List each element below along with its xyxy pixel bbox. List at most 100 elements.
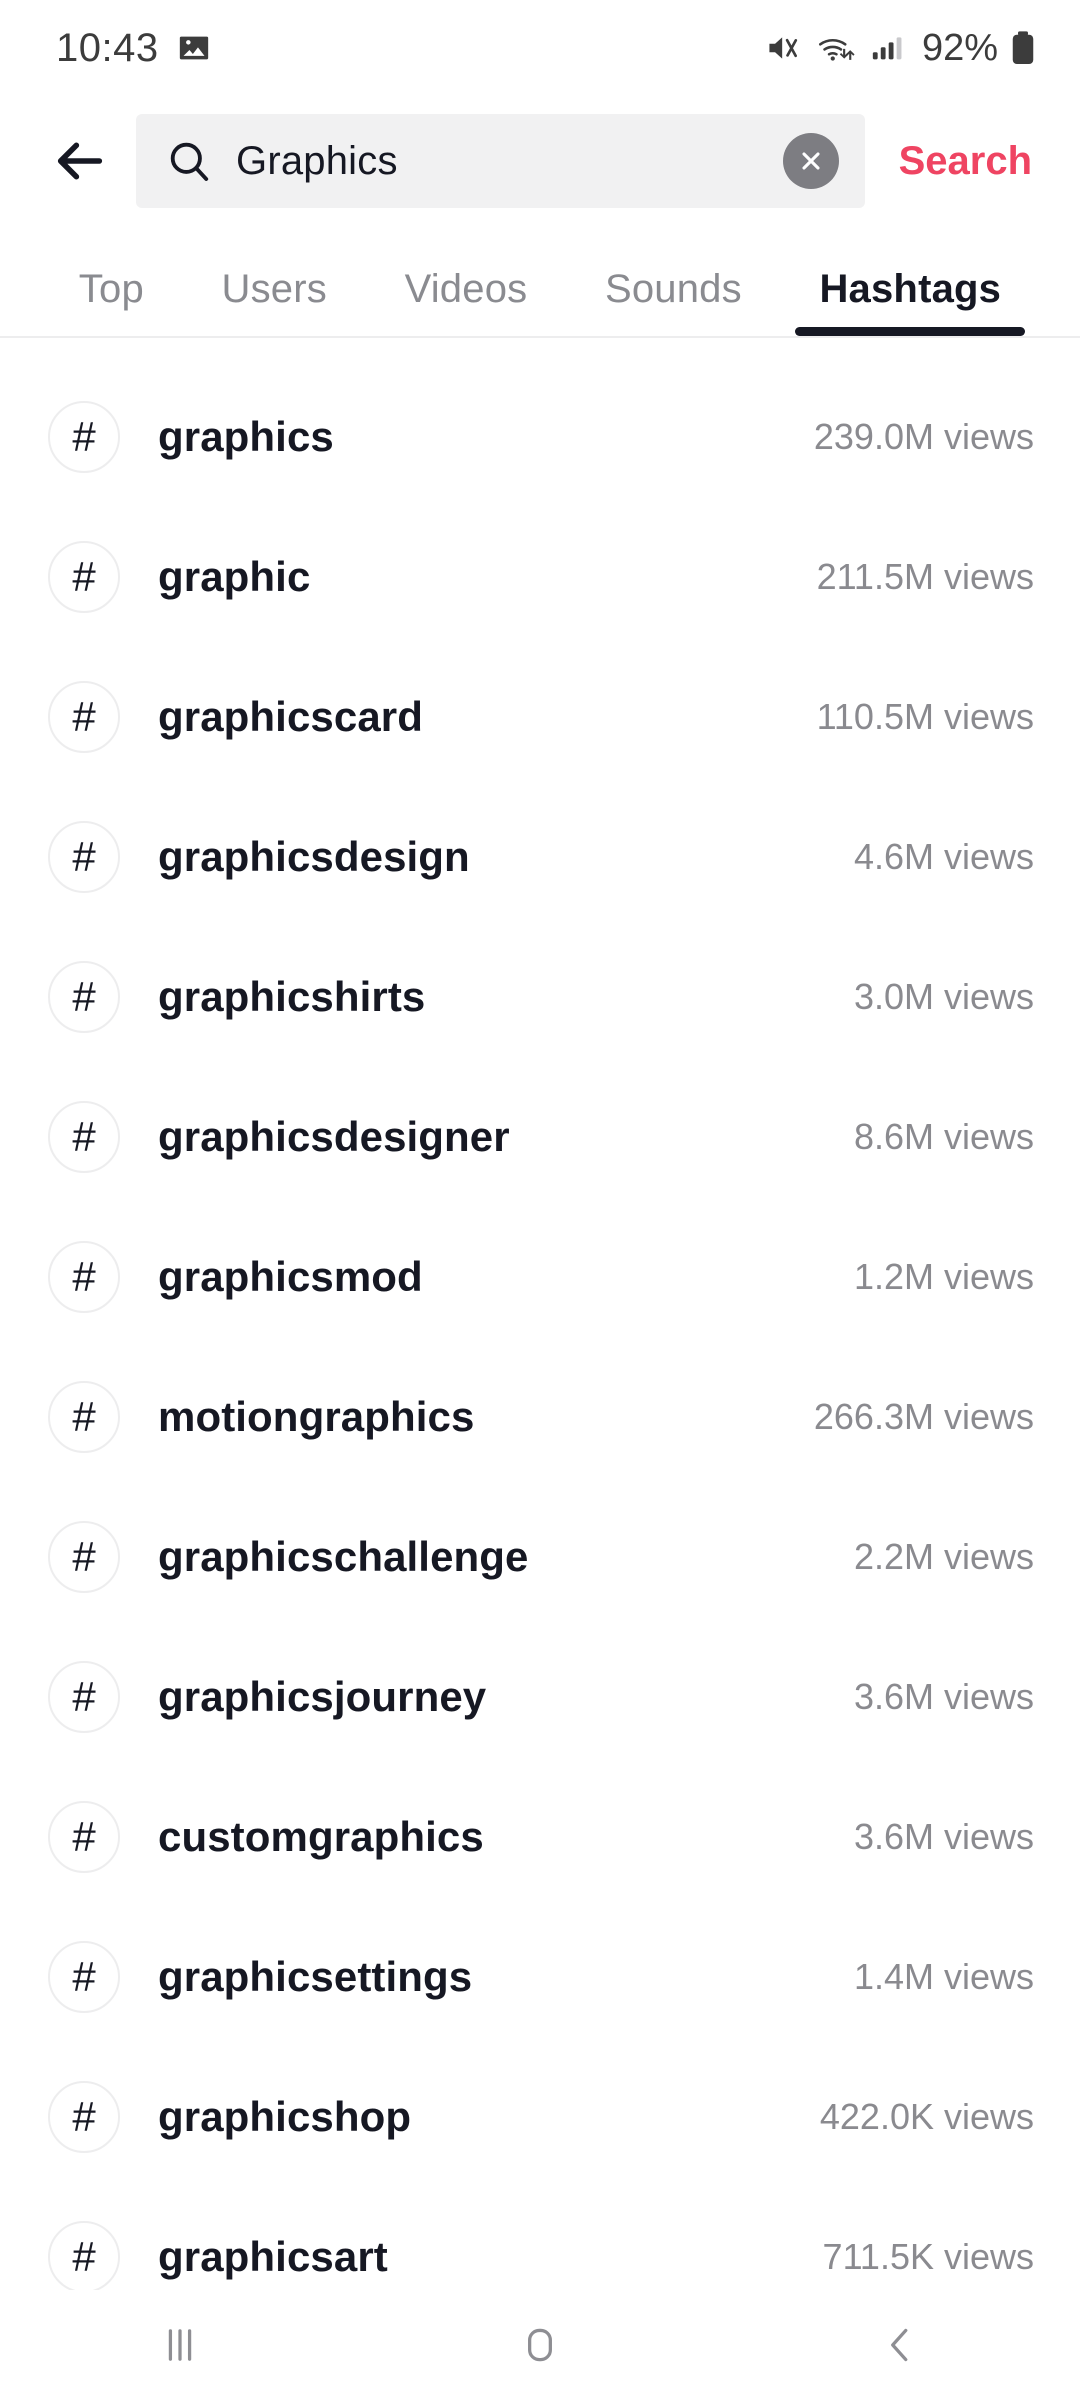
hashtag-row[interactable]: # graphicsmod 1.2M views bbox=[0, 1232, 1080, 1322]
battery-percent: 92% bbox=[921, 26, 998, 69]
image-icon bbox=[179, 36, 208, 60]
hashtag-icon: # bbox=[48, 961, 120, 1033]
hashtag-name: graphicsmod bbox=[158, 1253, 423, 1300]
hashtag-row[interactable]: # graphicsart 711.5K views bbox=[0, 2212, 1080, 2302]
search-input-container[interactable]: Graphics bbox=[136, 114, 865, 208]
hashtag-name: graphic bbox=[158, 553, 311, 600]
hashtag-views: 211.5M views bbox=[816, 556, 1034, 597]
hashtag-icon: # bbox=[48, 2081, 120, 2153]
hashtag-row[interactable]: # graphicsdesigner 8.6M views bbox=[0, 1092, 1080, 1182]
hashtag-icon: # bbox=[48, 1241, 120, 1313]
hashtag-row[interactable]: # graphicsdesign 4.6M views bbox=[0, 812, 1080, 902]
hashtag-name: graphicsettings bbox=[158, 1953, 473, 2000]
tab-sounds[interactable]: Sounds bbox=[605, 267, 742, 336]
hashtag-result-list: # graphics 239.0M views # graphic 211.5M view… bbox=[0, 392, 1080, 2302]
mute-icon bbox=[769, 37, 798, 59]
hashtag-name: graphicshop bbox=[158, 2093, 412, 2140]
hashtag-views: 3.6M views bbox=[853, 1676, 1034, 1717]
tab-videos[interactable]: Videos bbox=[405, 267, 528, 336]
nav-recents-button[interactable] bbox=[105, 2290, 255, 2400]
status-bar: 10:43 92% bbox=[0, 0, 1080, 96]
search-input[interactable]: Graphics bbox=[236, 139, 759, 184]
hashtag-name: graphicscard bbox=[158, 693, 423, 740]
hashtag-views: 1.2M views bbox=[853, 1256, 1034, 1297]
hash-symbol: # bbox=[72, 1813, 96, 1860]
hash-symbol: # bbox=[72, 1953, 96, 2000]
hash-symbol: # bbox=[72, 2093, 96, 2140]
status-time: 10:43 bbox=[56, 25, 159, 70]
hashtag-views: 4.6M views bbox=[853, 836, 1034, 877]
hashtag-icon: # bbox=[48, 2221, 120, 2293]
hashtag-name: graphicschallenge bbox=[158, 1533, 529, 1580]
hashtag-icon: # bbox=[48, 1941, 120, 2013]
tab-label: Sounds bbox=[604, 267, 742, 311]
back-icon bbox=[891, 2328, 908, 2362]
hashtag-row[interactable]: # graphic 211.5M views bbox=[0, 532, 1080, 622]
search-submit-button[interactable]: Search bbox=[869, 139, 1058, 184]
hash-symbol: # bbox=[72, 2233, 96, 2280]
hashtag-row[interactable]: # graphicsjourney 3.6M views bbox=[0, 1652, 1080, 1742]
hashtag-name: graphics bbox=[158, 413, 334, 460]
hash-symbol: # bbox=[72, 1113, 96, 1160]
search-tabs: Top Users Videos Sounds Hashtags bbox=[0, 226, 1080, 336]
nav-home-button[interactable] bbox=[465, 2290, 615, 2400]
back-arrow-icon bbox=[57, 142, 103, 180]
hashtag-row[interactable]: # graphics 239.0M views bbox=[0, 392, 1080, 482]
hashtag-row[interactable]: # customgraphics 3.6M views bbox=[0, 1792, 1080, 1882]
hash-symbol: # bbox=[72, 693, 96, 740]
hash-symbol: # bbox=[72, 1253, 96, 1300]
tab-strip: Top Users Videos Sounds Hashtags bbox=[0, 267, 1080, 336]
signal-icon bbox=[872, 37, 902, 60]
hashtag-name: graphicshirts bbox=[158, 973, 426, 1020]
wifi-icon bbox=[818, 39, 855, 61]
clear-search-button[interactable] bbox=[782, 133, 839, 189]
hashtag-icon: # bbox=[48, 401, 120, 473]
hash-symbol: # bbox=[72, 1533, 96, 1580]
tab-top[interactable]: Top bbox=[79, 267, 144, 336]
hashtag-icon: # bbox=[48, 541, 120, 613]
hashtag-row[interactable]: # graphicshop 422.0K views bbox=[0, 2072, 1080, 2162]
hashtag-name: customgraphics bbox=[158, 1813, 484, 1860]
recents-icon bbox=[168, 2329, 192, 2361]
android-nav-bar bbox=[0, 2290, 1080, 2400]
hash-symbol: # bbox=[72, 833, 96, 880]
tab-label: Videos bbox=[404, 267, 528, 311]
tab-label: Top bbox=[78, 267, 144, 311]
tab-label: Users bbox=[221, 267, 327, 311]
active-tab-indicator bbox=[795, 327, 1026, 336]
hashtag-row[interactable]: # graphicscard 110.5M views bbox=[0, 672, 1080, 762]
back-button[interactable] bbox=[36, 117, 124, 205]
hashtag-name: motiongraphics bbox=[158, 1393, 475, 1440]
close-icon bbox=[802, 152, 820, 170]
hashtag-views: 3.6M views bbox=[853, 1816, 1034, 1857]
hash-symbol: # bbox=[72, 1393, 96, 1440]
tabs-divider bbox=[0, 336, 1080, 338]
hashtag-views: 711.5K views bbox=[822, 2236, 1034, 2277]
hashtag-views: 110.5M views bbox=[816, 696, 1034, 737]
hashtag-icon: # bbox=[48, 1801, 120, 1873]
tab-users[interactable]: Users bbox=[222, 267, 327, 336]
nav-back-button[interactable] bbox=[825, 2290, 975, 2400]
hashtag-views: 266.3M views bbox=[813, 1396, 1034, 1437]
hashtag-row[interactable]: # graphicschallenge 2.2M views bbox=[0, 1512, 1080, 1602]
hashtag-row[interactable]: # graphicsettings 1.4M views bbox=[0, 1932, 1080, 2022]
hashtag-row[interactable]: # motiongraphics 266.3M views bbox=[0, 1372, 1080, 1462]
hashtag-views: 1.4M views bbox=[853, 1956, 1034, 1997]
hashtag-icon: # bbox=[48, 1521, 120, 1593]
tab-hashtags[interactable]: Hashtags bbox=[795, 267, 1026, 336]
hashtag-icon: # bbox=[48, 1381, 120, 1453]
hash-symbol: # bbox=[72, 973, 96, 1020]
status-bar-right: 92% bbox=[766, 27, 1036, 70]
hashtag-views: 3.0M views bbox=[853, 976, 1034, 1017]
hashtag-icon: # bbox=[48, 681, 120, 753]
hashtag-row[interactable]: # graphicshirts 3.0M views bbox=[0, 952, 1080, 1042]
hashtag-icon: # bbox=[48, 1661, 120, 1733]
home-icon bbox=[528, 2328, 552, 2362]
hash-symbol: # bbox=[72, 553, 96, 600]
hashtag-name: graphicsart bbox=[158, 2233, 388, 2280]
hashtag-views: 422.0K views bbox=[819, 2096, 1034, 2137]
hashtag-views: 2.2M views bbox=[853, 1536, 1034, 1577]
battery-icon bbox=[1012, 31, 1034, 65]
search-header: Graphics Search bbox=[0, 96, 1080, 226]
tab-label: Hashtags bbox=[819, 267, 1002, 311]
